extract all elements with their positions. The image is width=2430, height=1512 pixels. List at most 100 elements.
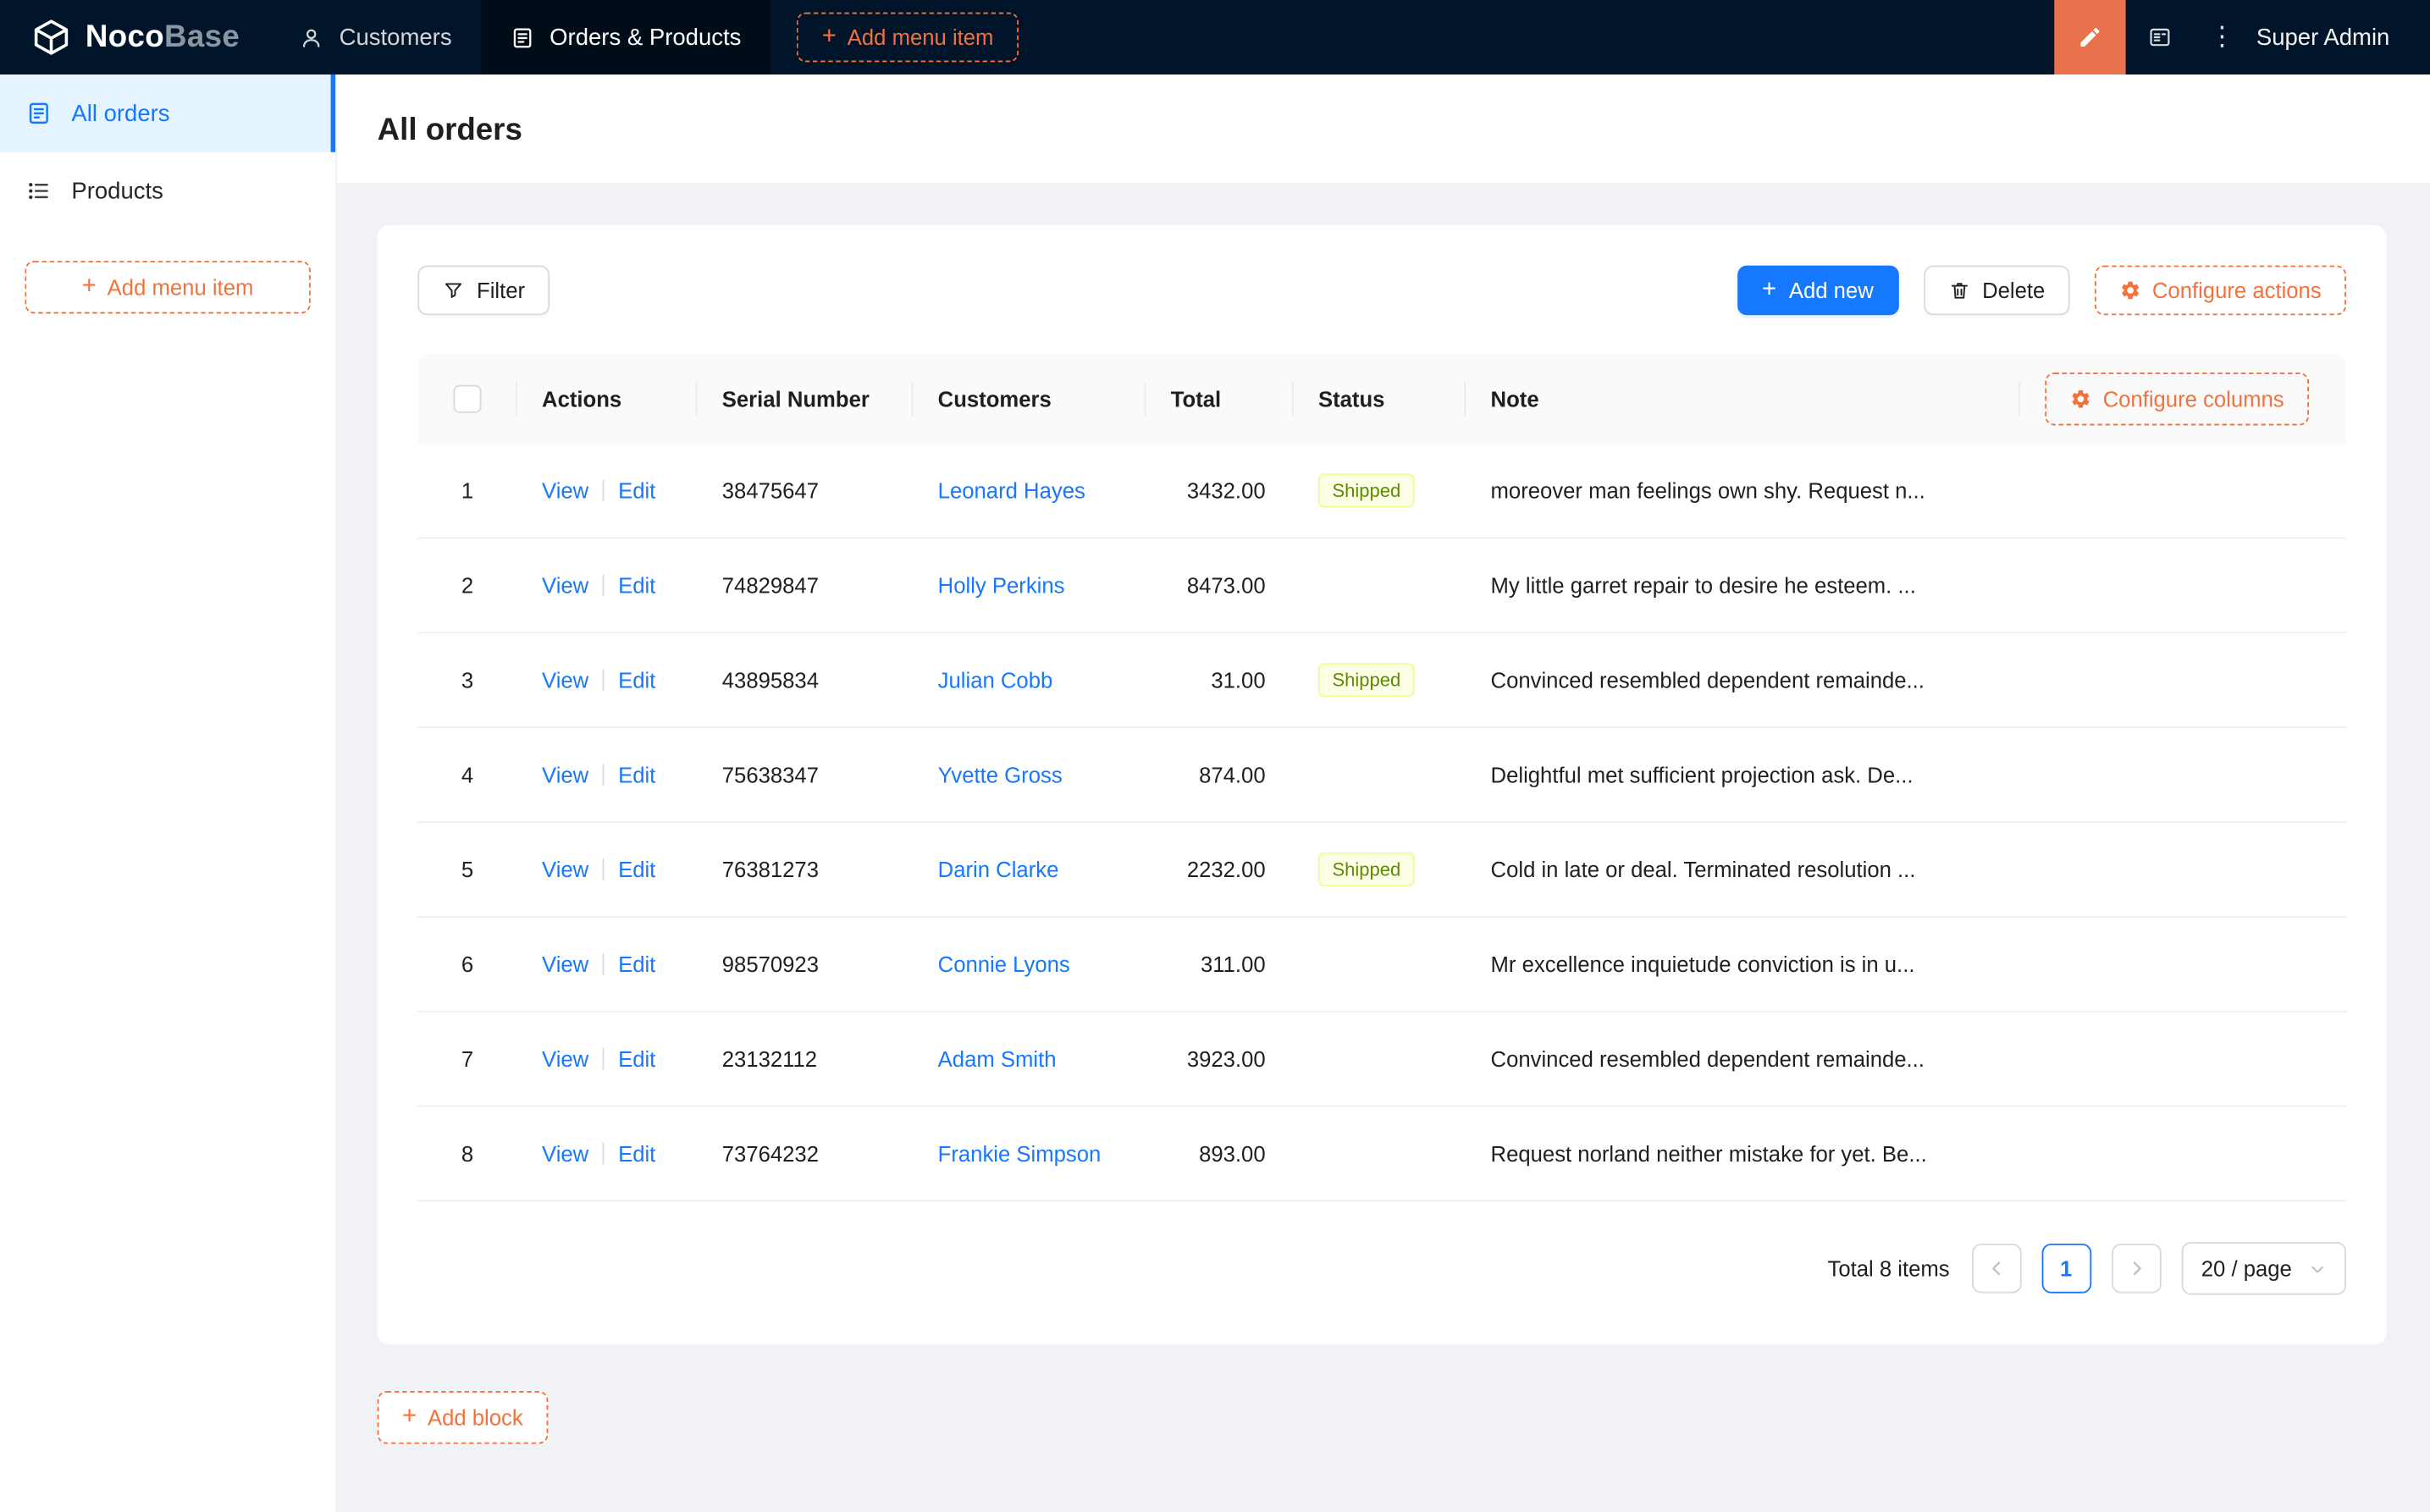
app-window: NocoBase Customers Orders & Products + A… — [0, 0, 2430, 1512]
logo-text: NocoBase — [85, 19, 240, 54]
customer-link[interactable]: Yvette Gross — [938, 762, 1063, 786]
more-menu-button[interactable]: ⋮ — [2195, 0, 2251, 74]
customer-link[interactable]: Holly Perkins — [938, 573, 1065, 598]
orders-table: Actions Serial Number Customers Total St… — [417, 354, 2347, 1202]
trash-icon — [1948, 279, 1970, 301]
customer-link[interactable]: Frankie Simpson — [938, 1141, 1102, 1166]
action-divider — [602, 1142, 605, 1165]
pagination-page-1[interactable]: 1 — [2041, 1243, 2091, 1294]
status-badge: Shipped — [1317, 852, 1415, 887]
action-divider — [602, 479, 605, 502]
nav-item-customers[interactable]: Customers — [271, 0, 482, 74]
docs-button[interactable] — [2126, 0, 2195, 74]
table-header: Actions Serial Number Customers Total St… — [417, 354, 2347, 444]
customer-cell: Holly Perkins — [913, 573, 1146, 598]
note-cell: Request norland neither mistake for yet.… — [1490, 1140, 1927, 1167]
customer-cell: Darin Clarke — [913, 857, 1146, 881]
page-title: All orders — [377, 113, 522, 148]
view-link[interactable]: View — [542, 1141, 588, 1166]
edit-link[interactable]: Edit — [618, 478, 655, 503]
customer-cell: Yvette Gross — [913, 762, 1146, 786]
user-menu[interactable]: Super Admin — [2251, 24, 2430, 50]
nocobase-logo[interactable]: NocoBase — [0, 17, 271, 58]
select-all-checkbox[interactable] — [453, 384, 482, 413]
pagination-prev-button[interactable] — [1971, 1243, 2022, 1294]
sidebar-item-all-orders[interactable]: All orders — [0, 74, 336, 152]
note-cell: Mr excellence inquietude conviction is i… — [1490, 952, 1915, 977]
sidebar-item-label: Products — [71, 177, 163, 205]
filter-button[interactable]: Filter — [417, 265, 550, 316]
row-index: 7 — [461, 1046, 474, 1072]
total-cell: 893.00 — [1199, 1140, 1266, 1167]
add-block-label: Add block — [427, 1404, 523, 1431]
add-new-button[interactable]: + Add new — [1737, 265, 1899, 316]
pagination-total: Total 8 items — [1827, 1255, 1950, 1281]
action-divider — [602, 764, 605, 786]
plus-icon: + — [1762, 275, 1777, 302]
table-row: 1 View Edit 38475647 Leonard Hayes 3432.0… — [417, 444, 2347, 539]
table-row: 3 View Edit 43895834 Julian Cobb 31.00 Sh… — [417, 633, 2347, 729]
page-size-select[interactable]: 20 / page — [2180, 1242, 2347, 1295]
filter-label: Filter — [477, 278, 526, 303]
view-link[interactable]: View — [542, 573, 588, 598]
column-header-note: Note Configure columns — [1466, 354, 2346, 444]
action-divider — [602, 1047, 605, 1070]
edit-link[interactable]: Edit — [618, 573, 655, 598]
status-badge: Shipped — [1317, 663, 1415, 698]
edit-link[interactable]: Edit — [618, 668, 655, 693]
column-header-total: Total — [1146, 354, 1293, 444]
sidebar-item-products[interactable]: Products — [0, 152, 335, 230]
total-cell: 874.00 — [1199, 762, 1266, 787]
top-navbar: NocoBase Customers Orders & Products + A… — [0, 0, 2430, 75]
page-content: Filter + Add new Delete Configure action… — [336, 183, 2430, 1512]
status-badge: Shipped — [1317, 473, 1415, 508]
customer-link[interactable]: Julian Cobb — [938, 668, 1053, 693]
edit-link[interactable]: Edit — [618, 762, 655, 786]
add-menu-item-button[interactable]: + Add menu item — [797, 12, 1019, 63]
customer-link[interactable]: Leonard Hayes — [938, 478, 1085, 503]
serial-number-cell: 76381273 — [721, 857, 820, 882]
ui-editor-button[interactable] — [2054, 0, 2126, 75]
customer-link[interactable]: Adam Smith — [938, 1046, 1057, 1071]
gear-icon — [2070, 388, 2092, 410]
sidebar-add-menu-item-button[interactable]: + Add menu item — [25, 261, 311, 314]
status-cell: Shipped — [1294, 473, 1466, 508]
pagination-next-button[interactable] — [2111, 1243, 2162, 1294]
note-cell: Cold in late or deal. Terminated resolut… — [1490, 857, 1916, 882]
delete-button[interactable]: Delete — [1923, 265, 2070, 316]
table-row: 7 View Edit 23132112 Adam Smith 3923.00 C… — [417, 1013, 2347, 1107]
edit-link[interactable]: Edit — [618, 857, 655, 881]
view-link[interactable]: View — [542, 668, 588, 693]
plus-icon: + — [401, 1402, 417, 1430]
column-header-customers: Customers — [913, 354, 1146, 444]
action-divider — [602, 953, 605, 975]
configure-actions-button[interactable]: Configure actions — [2095, 265, 2347, 316]
configure-actions-label: Configure actions — [2151, 278, 2322, 303]
view-link[interactable]: View — [542, 478, 588, 503]
total-cell: 3923.00 — [1186, 1046, 1266, 1072]
edit-link[interactable]: Edit — [618, 952, 655, 976]
delete-label: Delete — [1982, 278, 2046, 303]
configure-columns-button[interactable]: Configure columns — [2045, 372, 2310, 426]
nav-item-label: Orders & Products — [550, 24, 742, 51]
orders-products-icon — [511, 25, 534, 49]
header-select-cell — [417, 354, 516, 444]
serial-number-cell: 23132112 — [721, 1046, 818, 1072]
nav-item-orders-products[interactable]: Orders & Products — [481, 0, 771, 75]
view-link[interactable]: View — [542, 1046, 588, 1071]
add-block-button[interactable]: + Add block — [377, 1391, 549, 1444]
row-actions: View Edit — [517, 478, 698, 503]
view-link[interactable]: View — [542, 762, 588, 786]
edit-link[interactable]: Edit — [618, 1046, 655, 1071]
customer-link[interactable]: Connie Lyons — [938, 952, 1070, 976]
sidebar-item-label: All orders — [71, 100, 170, 127]
customer-link[interactable]: Darin Clarke — [938, 857, 1059, 881]
filter-icon — [443, 279, 465, 301]
main-area: All orders Filter + Add new Delete Confi… — [336, 74, 2430, 1512]
serial-number-cell: 75638347 — [721, 762, 820, 787]
view-link[interactable]: View — [542, 857, 588, 881]
edit-link[interactable]: Edit — [618, 1141, 655, 1166]
note-cell: Delightful met sufficient projection ask… — [1490, 762, 1914, 787]
column-header-status: Status — [1294, 354, 1466, 444]
view-link[interactable]: View — [542, 952, 588, 976]
